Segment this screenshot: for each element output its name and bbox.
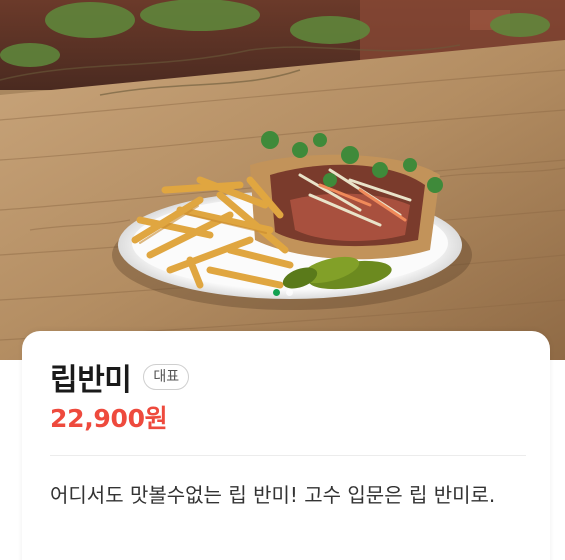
divider — [50, 455, 526, 456]
menu-name: 립반미 — [50, 363, 132, 398]
carousel-indicator — [0, 289, 565, 296]
menu-description: 어디서도 맛볼수없는 립 반미! 고수 입문은 립 반미로. — [50, 483, 496, 507]
menu-info-card: 립반미 대표 22,900원 어디서도 맛볼수없는 립 반미! 고수 입문은 립… — [22, 331, 550, 560]
carousel-dot[interactable] — [285, 289, 293, 296]
carousel-dot-active[interactable] — [272, 289, 280, 296]
menu-price: 22,900원 — [50, 404, 168, 433]
menu-photo — [0, 0, 565, 360]
menu-photo-carousel[interactable] — [0, 0, 565, 360]
menu-title-row: 립반미 대표 — [50, 355, 190, 399]
signature-badge: 대표 — [143, 364, 190, 390]
menu-detail-screen: 립반미 대표 22,900원 어디서도 맛볼수없는 립 반미! 고수 입문은 립… — [0, 0, 565, 560]
